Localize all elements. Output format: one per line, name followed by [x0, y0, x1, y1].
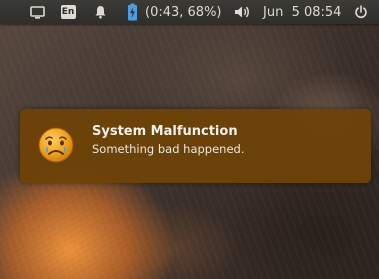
notification-bubble: System Malfunction Something bad happene…: [20, 109, 371, 183]
crying-face-icon: [36, 125, 76, 165]
clock-text: Jun 5 08:54: [263, 4, 342, 20]
battery-status[interactable]: (0:43, 68%): [145, 0, 225, 24]
notification-body: Something bad happened.: [92, 142, 245, 156]
notification-title: System Malfunction: [92, 124, 238, 139]
speaker-icon[interactable]: [233, 0, 251, 24]
display-icon[interactable]: [28, 0, 46, 24]
battery-status-text: (0:43, 68%): [145, 4, 222, 20]
clock[interactable]: Jun 5 08:54: [263, 0, 345, 24]
desktop: En (0:43, 68%) Jun 5 08:54 System Malfun…: [0, 0, 379, 279]
bell-icon[interactable]: [92, 0, 108, 24]
keyboard-layout-label: En: [60, 5, 76, 19]
top-panel: En (0:43, 68%) Jun 5 08:54: [0, 0, 379, 24]
battery-charging-icon[interactable]: [125, 0, 139, 24]
power-icon[interactable]: [353, 0, 369, 24]
keyboard-layout-indicator[interactable]: En: [59, 0, 77, 24]
